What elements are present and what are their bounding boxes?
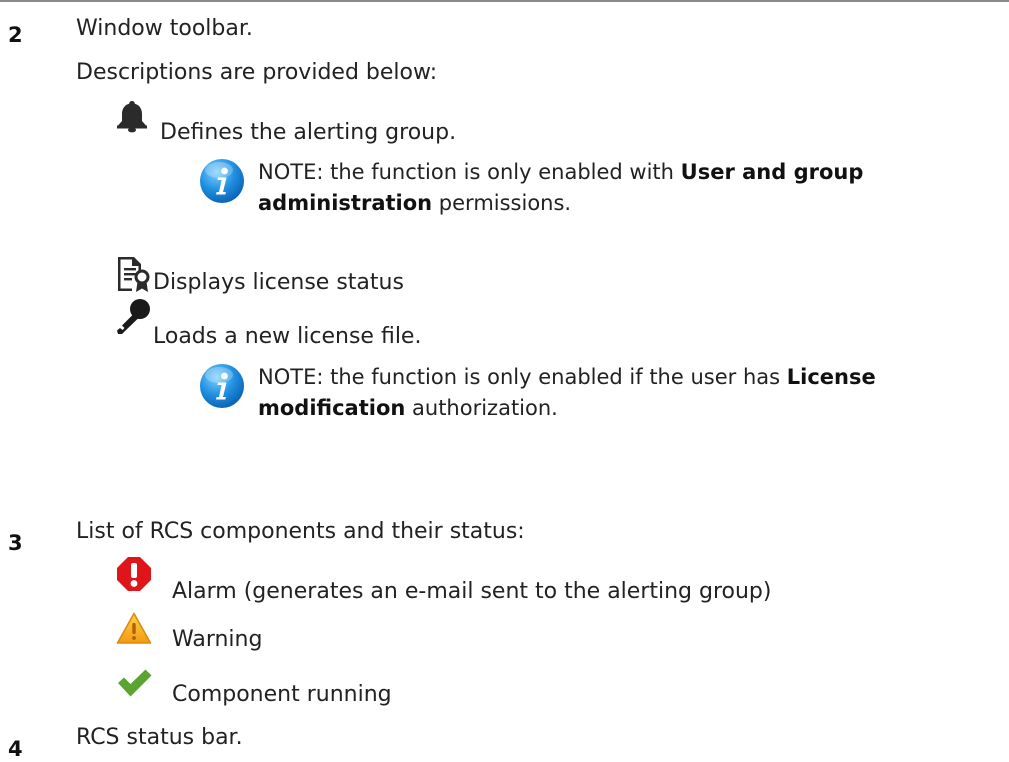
- note-2-line-2: modification authorization.: [258, 396, 558, 420]
- checkmark-icon: [118, 669, 152, 697]
- item-2-intro: Descriptions are provided below:: [76, 60, 438, 85]
- key-icon: [117, 299, 150, 334]
- item-4-title: RCS status bar.: [76, 725, 243, 750]
- key-entry-text: Loads a new license file.: [153, 324, 422, 349]
- alarm-exclamation-icon: [117, 557, 151, 591]
- top-divider-line: [0, 0, 1009, 2]
- item-2-title: Window toolbar.: [76, 16, 253, 41]
- license-certificate-icon: [118, 257, 150, 292]
- bell-icon: [117, 101, 147, 133]
- alarm-status-text: Alarm (generates an e-mail sent to the a…: [172, 579, 772, 604]
- item-number-3: 3: [8, 531, 23, 555]
- warning-status-text: Warning: [172, 627, 263, 652]
- info-icon: [200, 159, 244, 203]
- note-1-line-1: NOTE: the function is only enabled with …: [258, 160, 864, 184]
- warning-triangle-icon: [116, 612, 152, 644]
- item-3-title: List of RCS components and their status:: [76, 519, 525, 544]
- item-number-4: 4: [8, 737, 23, 761]
- note-2-line-1: NOTE: the function is only enabled if th…: [258, 365, 876, 389]
- bell-entry-text: Defines the alerting group.: [160, 120, 457, 145]
- item-number-2: 2: [8, 23, 23, 47]
- note-1-line-2: administration permissions.: [258, 191, 572, 215]
- license-status-text: Displays license status: [153, 270, 404, 295]
- info-icon: [200, 364, 244, 408]
- running-status-text: Component running: [172, 682, 392, 707]
